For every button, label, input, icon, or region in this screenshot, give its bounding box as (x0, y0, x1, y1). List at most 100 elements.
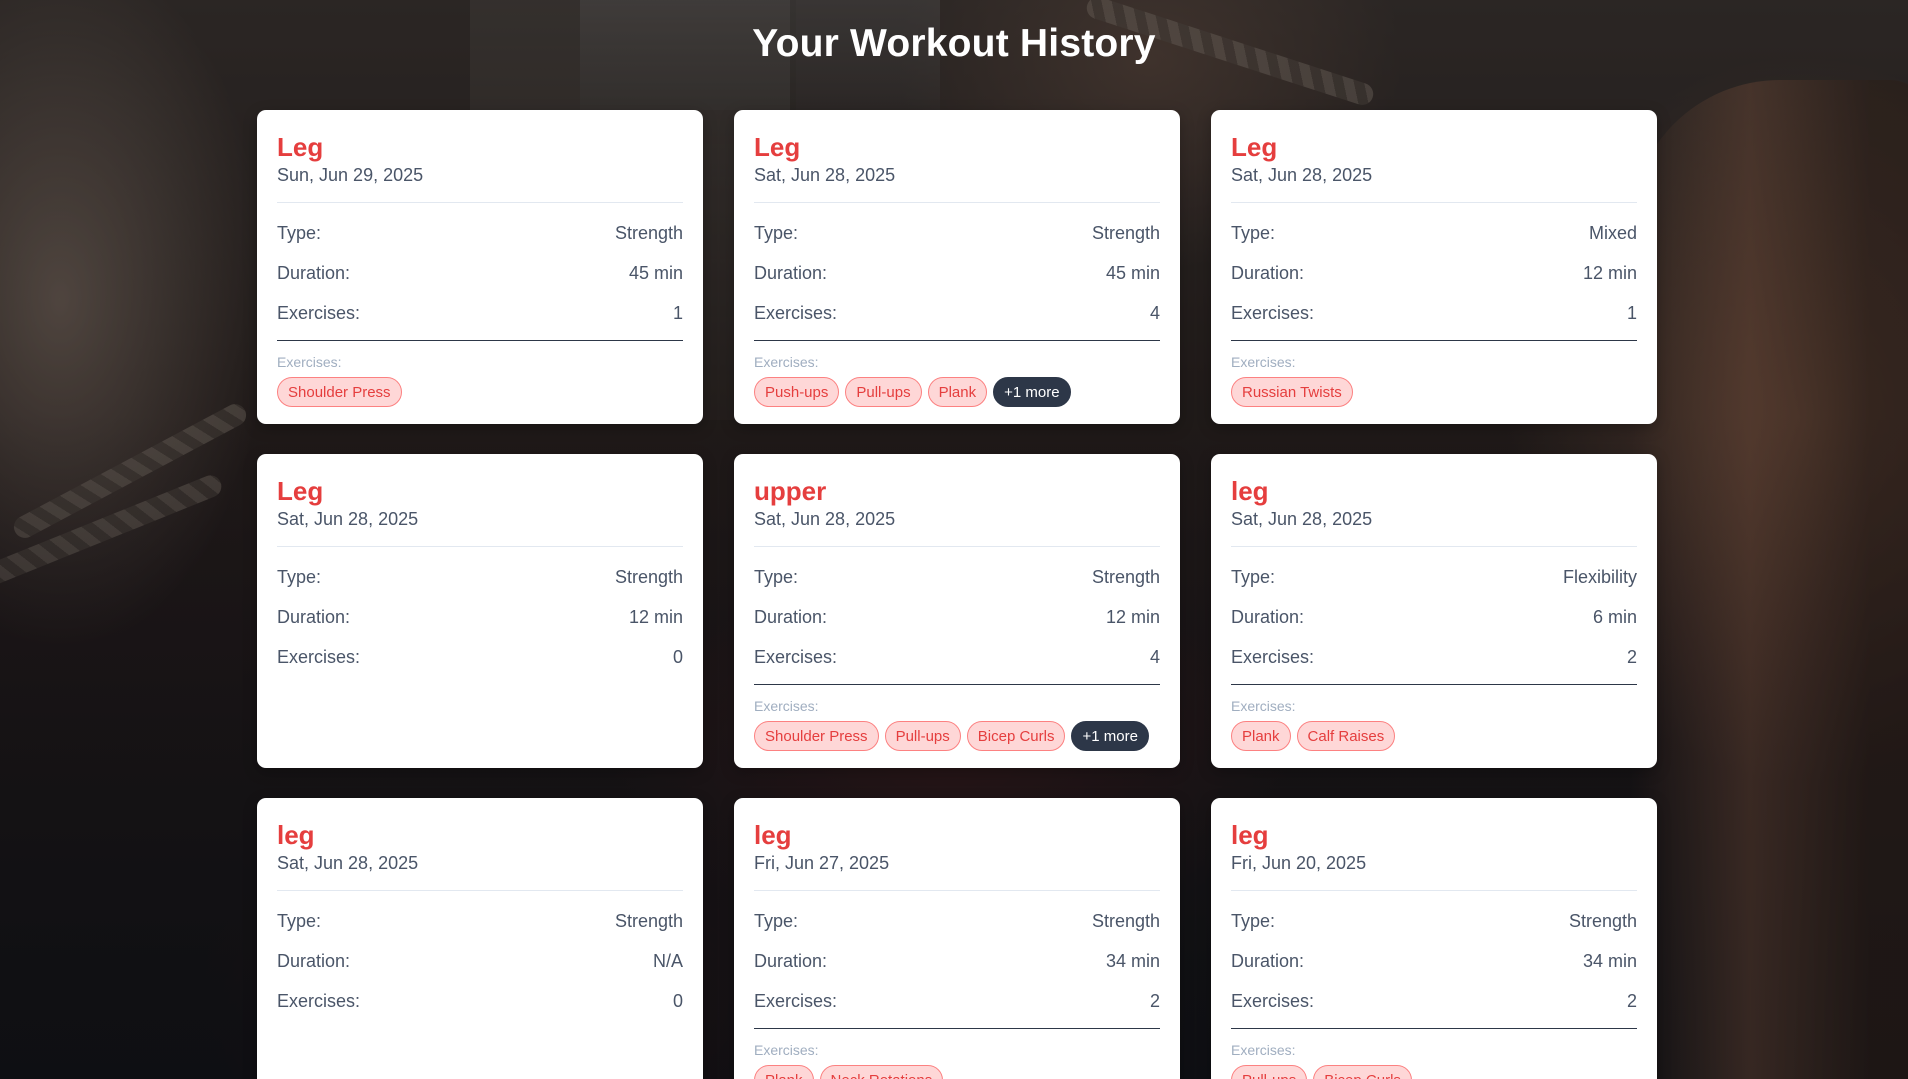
exercise-tag: Shoulder Press (754, 721, 879, 751)
exercise-tag: Plank (1231, 721, 1291, 751)
workout-exercise-count-value: 0 (672, 646, 683, 667)
card-divider (1231, 202, 1637, 203)
exercise-tags: Shoulder Press Pull-ups Bicep Curls +1 more (754, 721, 1160, 751)
workout-type-value: Flexibility (1562, 566, 1637, 587)
workout-type-label: Type: (754, 910, 799, 931)
workout-name: leg (277, 820, 315, 850)
more-exercises-badge[interactable]: +1 more (1071, 721, 1149, 751)
workout-duration-label: Duration: (277, 262, 351, 283)
workout-exercise-count-row: Exercises: 2 (1231, 637, 1637, 677)
workout-type-label: Type: (754, 566, 799, 587)
workout-exercise-count-row: Exercises: 0 (277, 981, 683, 1021)
workout-type-label: Type: (1231, 910, 1276, 931)
workout-exercise-count-label: Exercises: (754, 302, 838, 323)
workout-card[interactable]: Leg Sat, Jun 28, 2025 Type: Strength Duratio… (257, 454, 703, 768)
workout-card[interactable]: leg Sat, Jun 28, 2025 Type: Flexibility Dura… (1211, 454, 1657, 768)
exercise-tag: Bicep Curls (966, 721, 1066, 751)
workout-date: Fri, Jun 27, 2025 (754, 853, 890, 873)
card-divider (754, 890, 1160, 891)
workout-exercise-count-row: Exercises: 4 (754, 293, 1160, 333)
workout-exercise-count-value: 4 (1149, 302, 1160, 323)
workout-date: Sat, Jun 28, 2025 (277, 509, 419, 529)
workout-name: Leg (277, 132, 324, 162)
card-divider (277, 546, 683, 547)
workout-date: Fri, Jun 20, 2025 (1231, 853, 1367, 873)
exercises-divider (1231, 340, 1637, 341)
workout-exercise-count-label: Exercises: (277, 302, 361, 323)
workout-duration-value: 6 min (1592, 606, 1637, 627)
workout-exercise-count-label: Exercises: (754, 646, 838, 667)
workout-name: leg (754, 820, 792, 850)
exercise-tags: Shoulder Press (277, 377, 683, 407)
workout-type-row: Type: Strength (754, 213, 1160, 253)
workout-name: Leg (277, 476, 324, 506)
workout-card[interactable]: Leg Sun, Jun 29, 2025 Type: Strength Duratio… (257, 110, 703, 424)
workout-exercise-count-label: Exercises: (277, 990, 361, 1011)
workout-type-label: Type: (277, 222, 322, 243)
workout-duration-label: Duration: (754, 606, 828, 627)
card-divider (1231, 546, 1637, 547)
workout-duration-value: 45 min (1105, 262, 1160, 283)
exercise-tags: Push-ups Pull-ups Plank +1 more (754, 377, 1160, 407)
workout-type-row: Type: Strength (754, 901, 1160, 941)
workout-duration-value: 34 min (1105, 950, 1160, 971)
workout-duration-row: Duration: 45 min (754, 253, 1160, 293)
workout-grid: Leg Sun, Jun 29, 2025 Type: Strength Duratio… (257, 110, 1657, 1079)
workout-duration-row: Duration: 6 min (1231, 597, 1637, 637)
workout-type-value: Strength (1091, 566, 1160, 587)
workout-exercise-count-row: Exercises: 0 (277, 637, 683, 677)
exercises-section-label: Exercises: (1231, 1042, 1296, 1058)
workout-duration-label: Duration: (754, 262, 828, 283)
workout-duration-value: N/A (652, 950, 683, 971)
workout-duration-label: Duration: (1231, 262, 1305, 283)
workout-name: upper (754, 476, 827, 506)
workout-exercise-count-label: Exercises: (1231, 302, 1315, 323)
workout-card[interactable]: upper Sat, Jun 28, 2025 Type: Strength Durat… (734, 454, 1180, 768)
workout-date: Sat, Jun 28, 2025 (1231, 509, 1373, 529)
exercise-tag: Bicep Curls (1313, 1065, 1412, 1079)
workout-date: Sat, Jun 28, 2025 (1231, 165, 1373, 185)
workout-exercise-count-label: Exercises: (277, 646, 361, 667)
workout-exercise-count-value: 1 (1626, 302, 1637, 323)
workout-type-value: Strength (1568, 910, 1637, 931)
exercise-tag: Pull-ups (1231, 1065, 1308, 1079)
workout-exercise-count-label: Exercises: (754, 990, 838, 1011)
workout-type-value: Mixed (1588, 222, 1637, 243)
workout-type-label: Type: (277, 910, 322, 931)
exercises-divider (754, 340, 1160, 341)
workout-duration-label: Duration: (277, 606, 351, 627)
workout-type-row: Type: Strength (277, 557, 683, 597)
workout-exercise-count-row: Exercises: 1 (1231, 293, 1637, 333)
exercise-tag: Plank (927, 377, 988, 407)
workout-date: Sat, Jun 28, 2025 (754, 509, 896, 529)
exercises-divider (1231, 1028, 1637, 1029)
workout-type-row: Type: Mixed (1231, 213, 1637, 253)
workout-type-label: Type: (277, 566, 322, 587)
workout-type-row: Type: Strength (277, 901, 683, 941)
exercise-tags: Plank Neck Rotations (754, 1065, 1160, 1079)
card-divider (754, 202, 1160, 203)
exercises-section-label: Exercises: (754, 698, 819, 714)
workout-card[interactable]: leg Fri, Jun 20, 2025 Type: Strength Duratio… (1211, 798, 1657, 1079)
workout-type-label: Type: (754, 222, 799, 243)
workout-card[interactable]: leg Sat, Jun 28, 2025 Type: Strength Duratio… (257, 798, 703, 1079)
page-title: Your Workout History (752, 22, 1156, 65)
workout-card[interactable]: leg Fri, Jun 27, 2025 Type: Strength Duratio… (734, 798, 1180, 1079)
workout-card[interactable]: Leg Sat, Jun 28, 2025 Type: Strength Duratio… (734, 110, 1180, 424)
workout-type-label: Type: (1231, 222, 1276, 243)
card-divider (277, 202, 683, 203)
exercise-tag: Calf Raises (1296, 721, 1396, 751)
workout-exercise-count-value: 2 (1149, 990, 1160, 1011)
workout-duration-value: 12 min (628, 606, 683, 627)
workout-duration-value: 12 min (1582, 262, 1637, 283)
workout-card[interactable]: Leg Sat, Jun 28, 2025 Type: Mixed Duration: 1… (1211, 110, 1657, 424)
workout-duration-row: Duration: 45 min (277, 253, 683, 293)
workout-type-value: Strength (1091, 222, 1160, 243)
workout-exercise-count-row: Exercises: 1 (277, 293, 683, 333)
workout-exercise-count-row: Exercises: 2 (1231, 981, 1637, 1021)
exercises-section-label: Exercises: (277, 354, 342, 370)
more-exercises-badge[interactable]: +1 more (993, 377, 1071, 407)
workout-type-row: Type: Strength (754, 557, 1160, 597)
exercises-divider (754, 1028, 1160, 1029)
workout-duration-row: Duration: N/A (277, 941, 683, 981)
